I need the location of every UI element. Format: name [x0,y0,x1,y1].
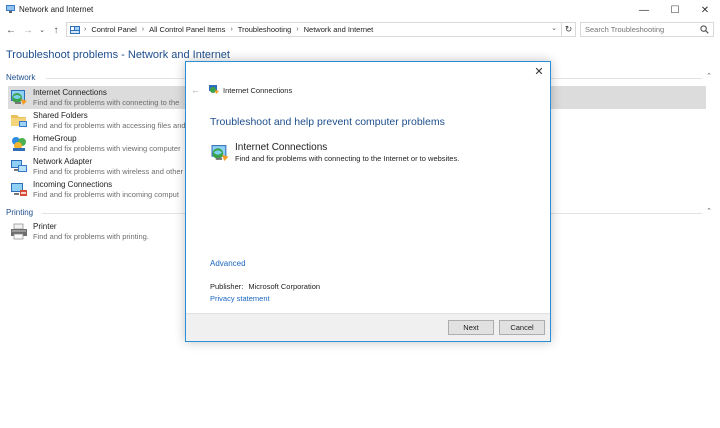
section-label: Network [6,73,36,82]
refresh-icon: ↻ [564,24,573,34]
search-input[interactable] [581,23,699,36]
control-panel-icon [70,26,80,34]
refresh-button[interactable]: ↻ [561,23,575,36]
shared-folders-icon [11,115,27,127]
incoming-connections-icon [11,183,27,196]
breadcrumb-troubleshooting[interactable]: Troubleshooting [238,25,292,34]
printer-icon [11,223,27,240]
cancel-button[interactable]: Cancel [499,320,545,335]
dialog-title: Internet Connections [223,86,293,95]
close-window-button[interactable]: ✕ [690,0,720,20]
next-button[interactable]: Next [448,320,494,335]
maximize-button[interactable]: ☐ [660,0,690,20]
item-name: Internet Connections [33,88,107,97]
breadcrumb-separator: › [141,26,145,33]
item-name: Network Adapter [33,157,93,166]
recent-locations-button[interactable]: ⌄ [36,23,48,37]
breadcrumb-separator: › [84,26,87,33]
item-description: Find and fix problems with incoming comp… [33,190,179,199]
item-description: Find and fix problems with connecting to… [33,98,180,107]
dialog-back-button[interactable]: ← [191,85,200,95]
collapse-section-icon[interactable]: ⌃ [706,72,712,80]
homegroup-icon [12,137,26,151]
dialog-footer: Next Cancel [186,313,550,341]
dialog-close-button[interactable]: ✕ [532,64,546,78]
breadcrumb: › Control Panel › All Control Panel Item… [84,25,373,34]
breadcrumb-network-internet[interactable]: Network and Internet [304,25,374,34]
breadcrumb-separator: › [296,26,299,33]
close-icon: ✕ [534,65,544,78]
item-description: Find and fix problems with accessing fil… [33,121,186,130]
item-name: Printer [33,222,57,231]
item-description: Find and fix problems with viewing compu… [33,144,181,153]
close-icon: ✕ [700,4,710,16]
item-name: Incoming Connections [33,180,113,189]
item-description: Find and fix problems with printing. [33,232,149,241]
breadcrumb-separator: › [230,26,233,33]
title-bar: Network and Internet — ☐ ✕ [0,0,720,20]
section-label: Printing [6,208,34,217]
forward-button[interactable]: → [22,23,34,37]
minimize-button[interactable]: — [629,0,659,20]
search-box[interactable] [580,22,714,37]
advanced-link[interactable]: Advanced [210,259,246,268]
forward-arrow-icon: → [23,24,33,36]
chevron-down-icon: ⌄ [39,27,45,34]
collapse-section-icon[interactable]: ⌃ [706,207,712,215]
network-internet-icon [6,5,15,13]
item-name: Shared Folders [33,111,88,120]
address-dropdown-icon[interactable]: ⌄ [551,24,557,32]
up-button[interactable]: ↑ [50,23,62,37]
back-arrow-icon: ← [6,24,16,36]
address-bar[interactable]: › Control Panel › All Control Panel Item… [66,22,576,37]
breadcrumb-control-panel[interactable]: Control Panel [91,25,136,34]
page-title: Troubleshoot problems - Network and Inte… [6,49,230,61]
troubleshooter-description: Find and fix problems with connecting to… [235,154,460,163]
search-icon[interactable] [700,25,709,34]
privacy-statement-link[interactable]: Privacy statement [210,294,270,303]
maximize-icon: ☐ [670,4,680,16]
publisher-value: Microsoft Corporation [248,282,321,291]
troubleshooter-dialog: ✕ ← Internet Connections Troubleshoot an… [185,61,551,342]
publisher-info: Publisher: Microsoft Corporation [210,282,320,291]
minimize-icon: — [639,4,649,16]
internet-connections-icon [11,90,27,105]
dialog-heading: Troubleshoot and help prevent computer p… [210,116,445,128]
internet-connections-small-icon [209,85,219,94]
troubleshooter-name: Internet Connections [235,142,328,153]
back-button[interactable]: ← [5,23,17,37]
window-title: Network and Internet [19,5,94,14]
publisher-label: Publisher: [210,282,244,291]
breadcrumb-all-items[interactable]: All Control Panel Items [149,25,225,34]
up-arrow-icon: ↑ [53,24,59,36]
item-description: Find and fix problems with wireless and … [33,167,184,176]
item-name: HomeGroup [33,134,77,143]
internet-connections-icon [211,145,229,161]
network-adapter-icon [11,160,27,172]
